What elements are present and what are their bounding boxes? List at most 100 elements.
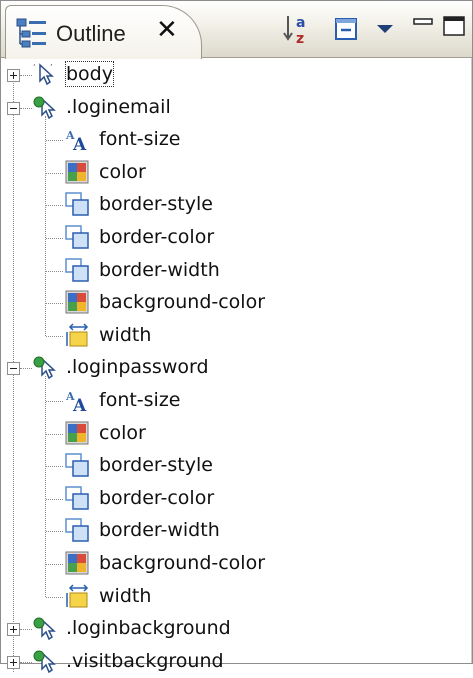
color-icon	[65, 290, 89, 314]
expand-toggle[interactable]	[7, 623, 20, 637]
tree-node-rule[interactable]: .loginemail	[1, 92, 469, 124]
color-icon	[65, 160, 89, 184]
tree-node-label: .loginpassword	[66, 356, 209, 379]
tree-node-label: .loginemail	[66, 95, 171, 118]
tree-node-label: width	[99, 323, 152, 346]
tree-node-label: color	[99, 160, 146, 183]
tree-node-property[interactable]: color	[1, 418, 469, 450]
collapse-all-icon	[332, 18, 362, 47]
tree-connector	[46, 172, 63, 174]
tree-node-property[interactable]: width	[1, 581, 469, 613]
tree-node-label: border-width	[99, 258, 220, 281]
tree-connector	[20, 368, 32, 370]
font-icon: A A	[65, 127, 89, 155]
tree-node-label: border-color	[99, 226, 215, 248]
tab-outline[interactable]: Outline ✕	[5, 5, 202, 59]
view-menu-button[interactable]	[373, 13, 399, 47]
tree-node-label: font-size	[99, 128, 181, 151]
tree-node-label: font-size	[99, 389, 181, 411]
tree-guide-line	[45, 115, 46, 336]
tree-connector	[46, 401, 63, 402]
expand-toggle[interactable]	[7, 655, 20, 669]
tree-guide-line	[45, 376, 46, 597]
outline-view: Outline ✕ a z ‘ ’ body .loginemail A A f…	[0, 0, 473, 673]
view-menu-icon	[373, 25, 399, 47]
collapse-toggle[interactable]	[7, 362, 20, 376]
tree-node-property[interactable]: width	[1, 320, 469, 352]
tree-node-label: .visitbackground	[66, 649, 224, 672]
maximize-icon	[441, 16, 469, 45]
border-icon	[65, 486, 89, 510]
tree-node-rule[interactable]: ‘ ’ body	[1, 59, 469, 91]
tree-node-property[interactable]: A A font-size	[1, 385, 469, 417]
tree-connector	[46, 140, 63, 142]
color-icon	[65, 551, 89, 575]
svg-text:‘: ‘	[33, 63, 36, 72]
class-selector-icon	[33, 616, 57, 641]
tree-node-label: width	[99, 584, 152, 607]
tree-node-label: border-width	[99, 519, 220, 542]
sort-button[interactable]: a z	[282, 13, 314, 49]
tree-connector	[20, 107, 32, 109]
border-icon	[65, 225, 89, 249]
svg-text:’: ’	[50, 63, 53, 72]
tree-node-property[interactable]: border-style	[1, 450, 469, 482]
tree-node-label: .loginbackground	[66, 617, 231, 640]
width-icon	[65, 323, 89, 347]
tree-node-property[interactable]: color	[1, 157, 469, 189]
outline-tree: ‘ ’ body .loginemail A A font-size color b…	[1, 58, 472, 673]
minimize-button[interactable]	[411, 13, 437, 43]
svg-text:z: z	[296, 31, 304, 45]
tree-connector	[46, 238, 63, 239]
border-icon	[65, 192, 89, 217]
tree-node-rule[interactable]: .loginbackground	[1, 613, 469, 645]
tree-node-property[interactable]: border-width	[1, 255, 469, 287]
tree-connector	[46, 270, 63, 272]
tree-connector	[46, 466, 63, 468]
color-icon	[65, 421, 89, 445]
tree-connector	[46, 433, 63, 435]
minimize-icon	[411, 18, 437, 43]
maximize-button[interactable]	[441, 13, 469, 45]
svg-text:a: a	[296, 15, 305, 31]
sort-alphabetical-icon: a z	[282, 15, 314, 49]
view-title-bar: Outline ✕ a z	[1, 1, 472, 59]
tree-connector	[20, 629, 32, 631]
tree-connector	[46, 564, 63, 565]
tree-connector	[46, 303, 63, 305]
outline-icon	[16, 18, 48, 54]
border-icon	[65, 453, 89, 477]
tree-node-label: border-style	[99, 454, 213, 477]
tree-connector	[46, 205, 63, 207]
expand-toggle[interactable]	[7, 69, 20, 82]
tree-node-property[interactable]: A A font-size	[1, 124, 469, 156]
width-icon	[65, 584, 89, 608]
font-icon: A A	[65, 388, 89, 416]
tree-node-property[interactable]: border-width	[1, 515, 469, 547]
body-selector-icon: ‘ ’	[33, 62, 57, 86]
tree-node-label: border-color	[99, 486, 215, 509]
close-icon[interactable]: ✕	[156, 17, 178, 43]
view-right-edge	[471, 58, 472, 663]
tree-node-property[interactable]: background-color	[1, 548, 469, 580]
tree-node-rule[interactable]: .visitbackground	[1, 646, 469, 678]
collapse-all-button[interactable]	[332, 13, 362, 47]
tree-node-property[interactable]: border-style	[1, 189, 469, 221]
tree-node-property[interactable]: background-color	[1, 287, 469, 319]
border-icon	[65, 257, 89, 282]
tree-connector	[46, 596, 63, 598]
tree-node-label: border-style	[99, 193, 213, 216]
tree-node-label: background-color	[99, 291, 266, 314]
border-icon	[65, 518, 89, 543]
svg-text:A: A	[72, 135, 87, 151]
tree-connector	[46, 335, 63, 337]
collapse-toggle[interactable]	[7, 101, 20, 115]
tree-connector	[20, 75, 32, 76]
tree-node-label: background-color	[99, 552, 266, 574]
tree-node-label: color	[99, 421, 146, 444]
tree-node-property[interactable]: border-color	[1, 483, 469, 515]
class-selector-icon	[33, 649, 57, 673]
tree-connector	[20, 661, 32, 663]
tree-node-rule[interactable]: .loginpassword	[1, 352, 469, 384]
tree-node-property[interactable]: border-color	[1, 222, 469, 254]
